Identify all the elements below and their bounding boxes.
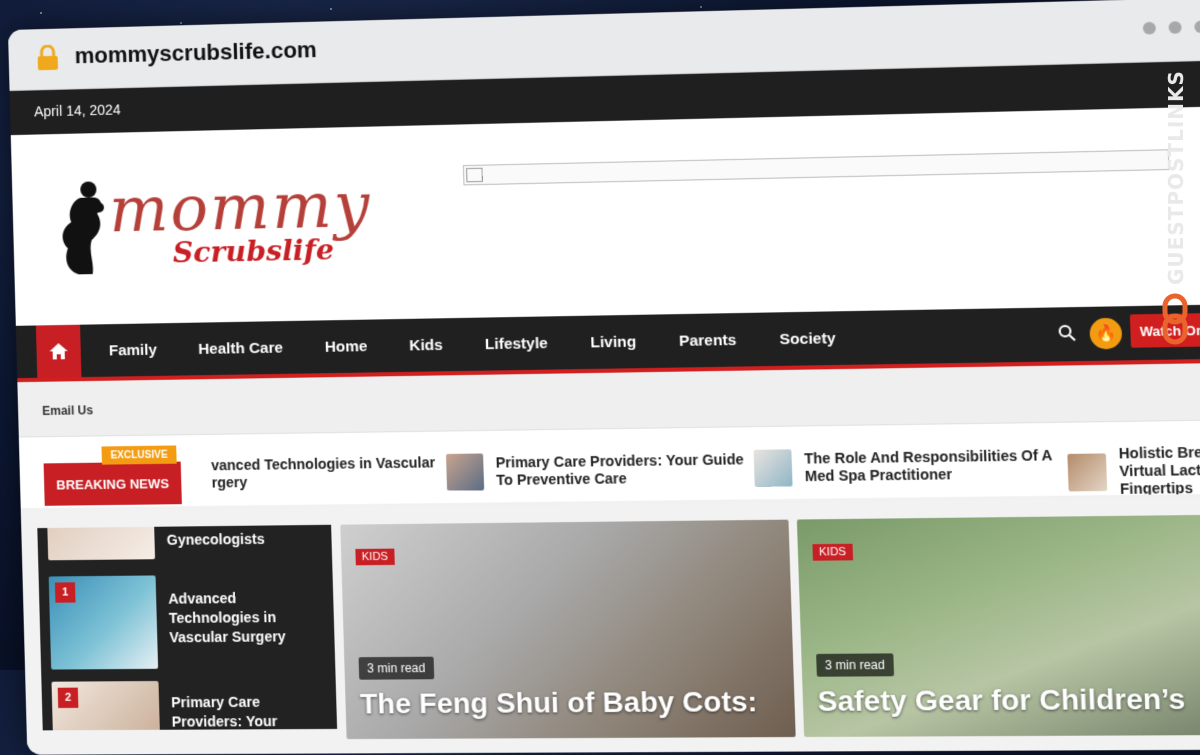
link-icon	[1162, 293, 1188, 345]
sidebar-item-title[interactable]: Advanced Technologies in Vascular Surger…	[168, 588, 302, 668]
ticker-thumbnail	[1067, 452, 1108, 491]
ticker-thumbnail	[753, 449, 793, 487]
nav-item-parents[interactable]: Parents	[679, 331, 737, 349]
ticker-item-title[interactable]: vanced Technologies in Vascular rgery	[211, 454, 457, 492]
mother-silhouette-icon	[61, 180, 104, 275]
featured-card[interactable]: KIDS 3 min read Safety Gear for Children…	[796, 514, 1200, 737]
sidebar-item-title[interactable]: Primary Care Providers: Your	[171, 692, 306, 730]
nav-item-lifestyle[interactable]: Lifestyle	[485, 334, 548, 352]
nav-item-society[interactable]: Society	[779, 329, 836, 347]
broken-image-icon	[466, 167, 483, 183]
window-dot[interactable]	[1194, 20, 1200, 34]
card-title[interactable]: Safety Gear for Children’s	[817, 683, 1186, 718]
watermark-text: GUESTPOSTLINKS	[1164, 70, 1188, 285]
sidebar-thumbnail: 2	[51, 681, 162, 731]
main-content: Gynecologists 1 Advanced Technologies in…	[20, 497, 1200, 755]
url-text[interactable]: mommyscrubslife.com	[74, 37, 317, 70]
nav-item-home[interactable]: Home	[324, 337, 367, 355]
window-controls	[1142, 20, 1200, 35]
rank-badge: 1	[54, 582, 76, 603]
card-title[interactable]: The Feng Shui of Baby Cots:	[359, 685, 757, 720]
featured-card[interactable]: KIDS 3 min read The Feng Shui of Baby Co…	[340, 519, 796, 740]
category-tag[interactable]: KIDS	[812, 543, 853, 561]
ticker-item-title[interactable]: Primary Care Providers: Your Guide To Pr…	[495, 451, 746, 489]
sidebar-thumbnail: 1	[48, 575, 159, 670]
browser-window: mommyscrubslife.com April 14, 2024 mommy…	[7, 0, 1200, 755]
rank-badge: 2	[57, 687, 79, 708]
read-time: 3 min read	[816, 653, 894, 677]
category-tag[interactable]: KIDS	[355, 548, 395, 566]
home-button[interactable]	[35, 324, 82, 378]
ticker-item[interactable]: Holistic Breastf Virtual Lactatio Finger…	[1067, 443, 1200, 498]
nav-item-living[interactable]: Living	[590, 333, 636, 351]
breaking-news-label: BREAKING NEWS	[43, 461, 182, 506]
nav-item-family[interactable]: Family	[109, 341, 157, 359]
ticker-thumbnail	[445, 453, 485, 491]
ticker-item[interactable]: Primary Care Providers: Your Guide To Pr…	[445, 450, 746, 491]
sidebar-thumbnail	[45, 524, 156, 561]
nav-item-kids[interactable]: Kids	[409, 336, 443, 354]
exclusive-badge: EXCLUSIVE	[101, 445, 177, 465]
sidebar-item[interactable]: Gynecologists	[45, 524, 300, 561]
sidebar-item-title[interactable]: Gynecologists	[166, 529, 299, 559]
fire-icon[interactable]: 🔥	[1089, 317, 1123, 350]
lock-icon	[37, 44, 58, 71]
ticker-item[interactable]: The Role And Responsibilities Of A Med S…	[753, 446, 1060, 487]
browser-frame: mommyscrubslife.com April 14, 2024 mommy…	[7, 0, 1200, 755]
ad-banner[interactable]	[462, 149, 1170, 186]
site-header: mommy Scrubslife	[10, 105, 1200, 326]
window-dot[interactable]	[1168, 21, 1182, 34]
sidebar-item[interactable]: 2 Primary Care Providers: Your	[51, 680, 306, 731]
window-dot[interactable]	[1142, 21, 1157, 35]
email-us-link[interactable]: Email Us	[42, 403, 93, 418]
trending-sidebar: Gynecologists 1 Advanced Technologies in…	[37, 524, 338, 731]
sidebar-item[interactable]: 1 Advanced Technologies in Vascular Surg…	[48, 574, 303, 670]
search-icon[interactable]	[1057, 324, 1077, 343]
current-date: April 14, 2024	[33, 101, 122, 120]
nav-item-health-care[interactable]: Health Care	[198, 339, 283, 358]
ticker-item-title[interactable]: The Role And Responsibilities Of A Med S…	[804, 447, 1060, 486]
ticker-item[interactable]: vanced Technologies in Vascular rgery	[211, 454, 457, 492]
ticker-item-title[interactable]: Holistic Breastf Virtual Lactatio Finger…	[1118, 443, 1200, 498]
read-time: 3 min read	[358, 656, 434, 680]
home-icon	[49, 343, 68, 360]
guestpostlinks-watermark: GUESTPOSTLINKS	[1152, 55, 1192, 355]
logo-sub-text: Scrubslife	[172, 232, 335, 270]
site-logo[interactable]: mommy Scrubslife	[50, 167, 398, 289]
